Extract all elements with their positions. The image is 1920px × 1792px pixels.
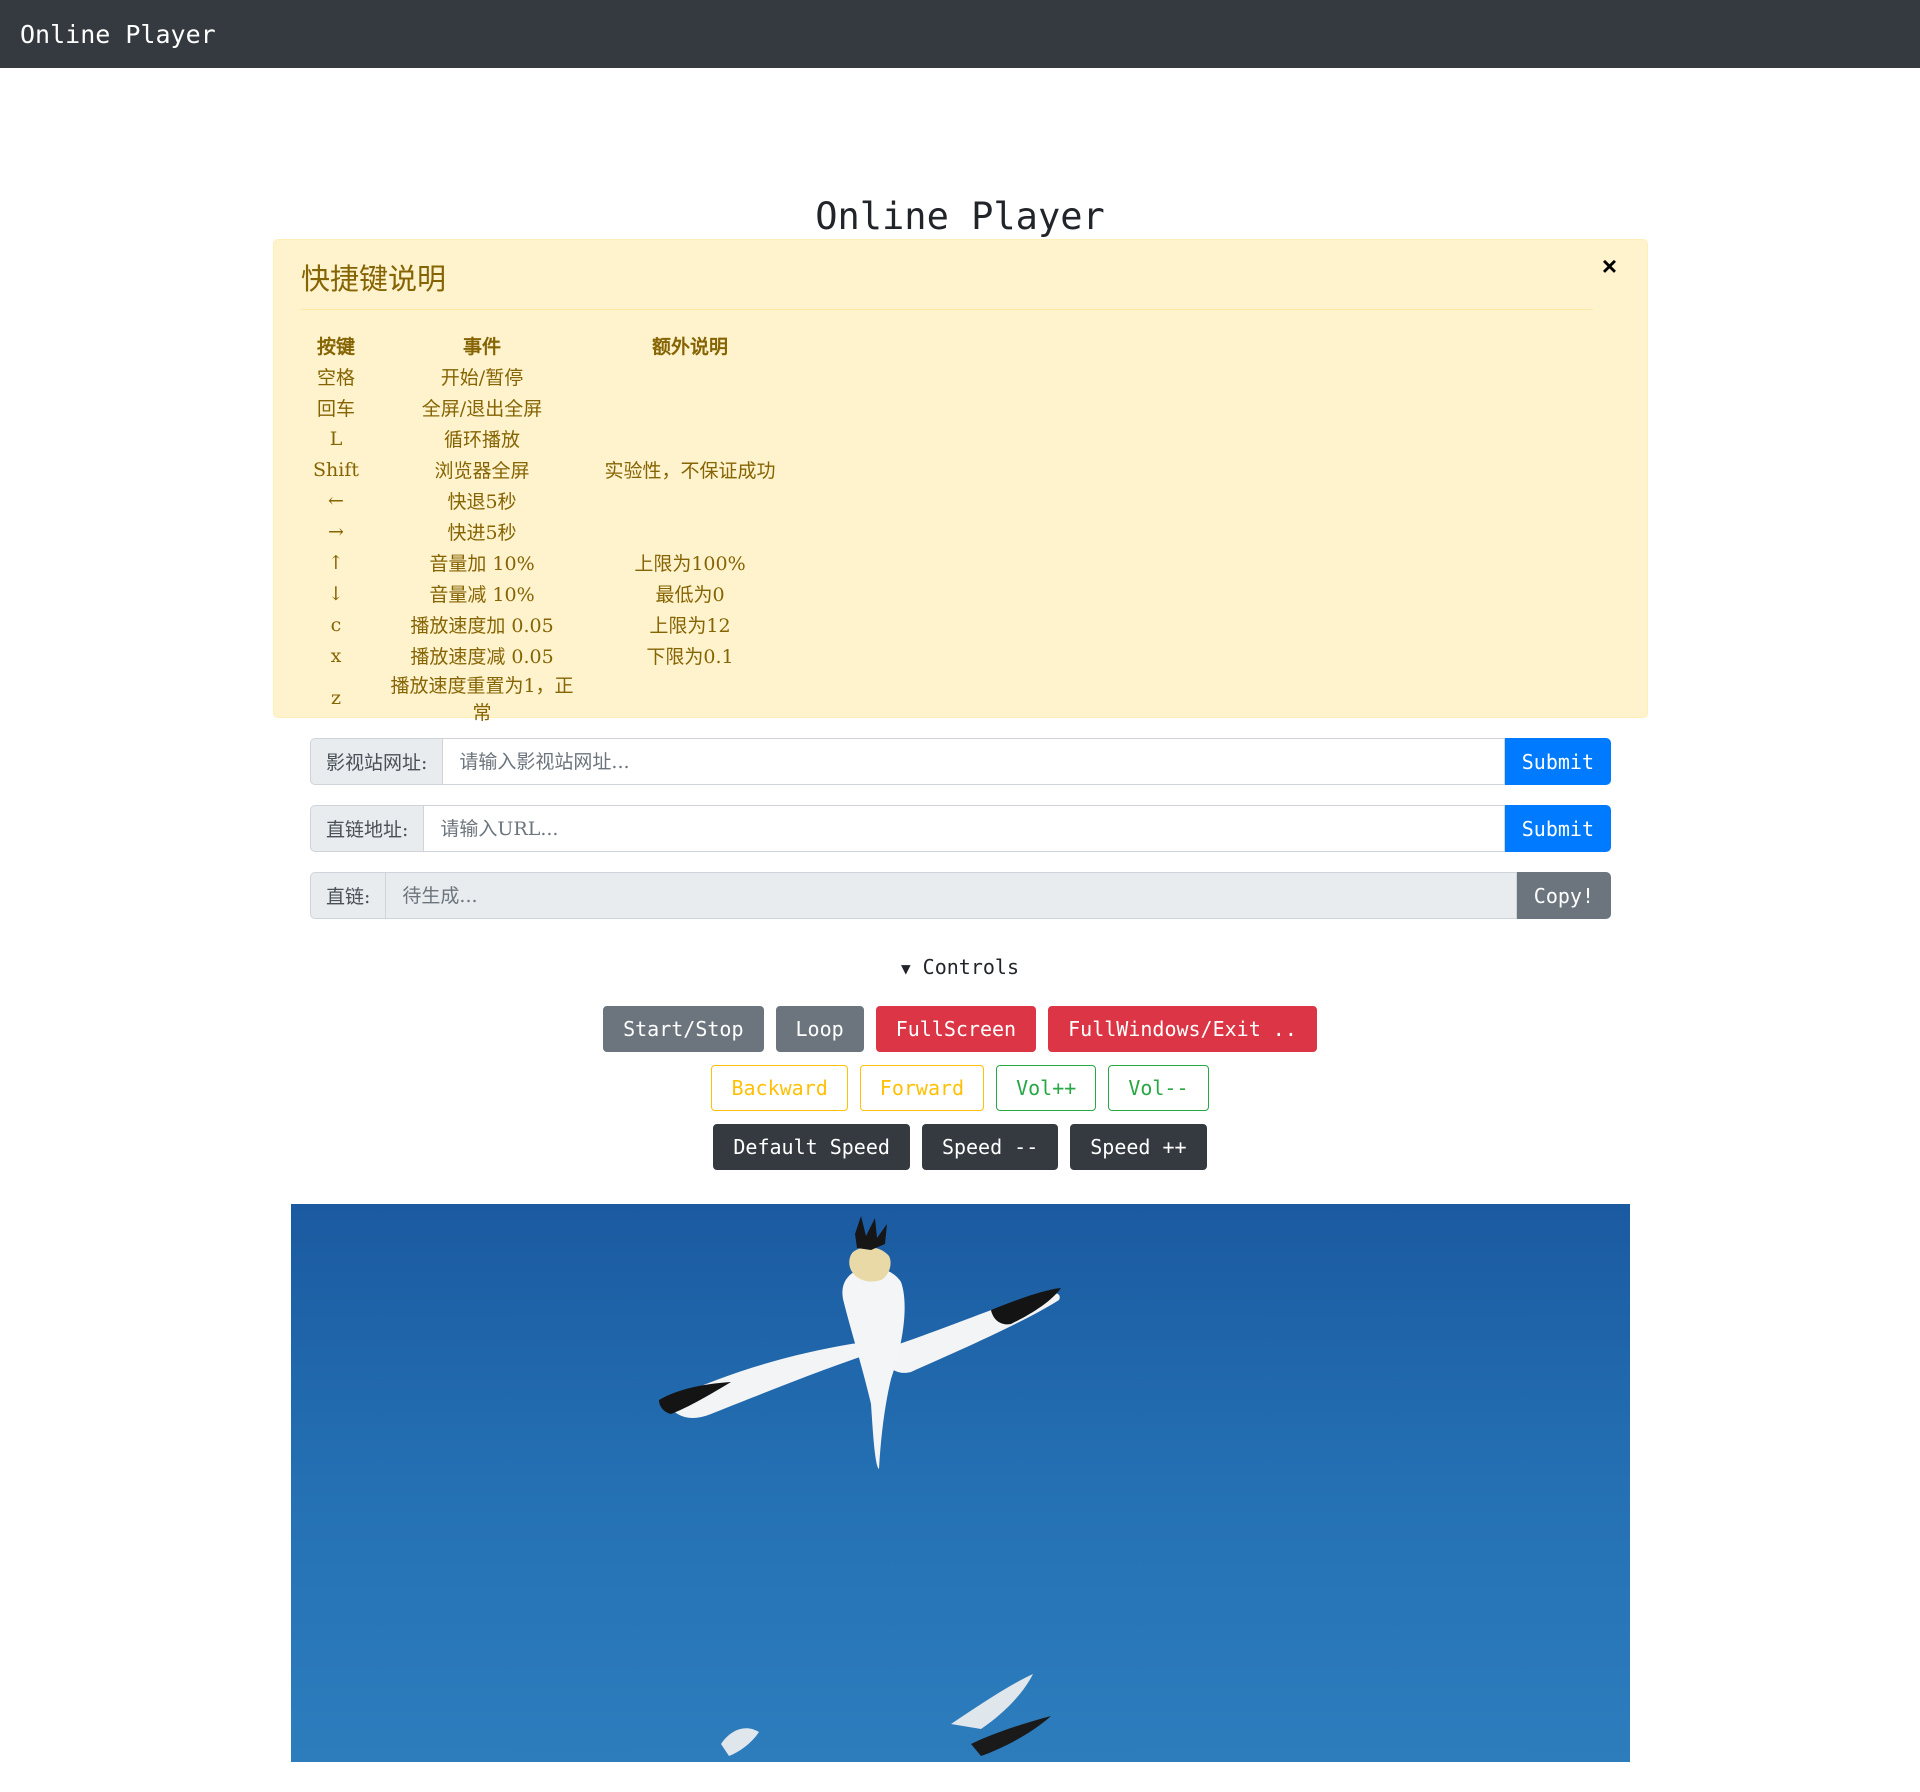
row-key: z — [330, 687, 341, 709]
row-key: → — [328, 520, 344, 543]
row-note — [584, 361, 796, 392]
loop-button[interactable]: Loop — [775, 1006, 864, 1052]
controls-toggle[interactable]: ▼ Controls — [0, 955, 1920, 979]
row-note: 最低为0 — [655, 584, 725, 606]
row-note — [584, 423, 796, 454]
row-event: 浏览器全屏 — [434, 460, 530, 482]
controls-row-3: Default Speed Speed -- Speed ++ — [0, 1124, 1920, 1170]
table-row: ← 快退5秒 — [292, 485, 796, 516]
table-row: Shift 浏览器全屏 实验性，不保证成功 — [292, 454, 796, 485]
link-label: 直链: — [310, 872, 386, 919]
header-event: 事件 — [462, 336, 501, 358]
table-row: L 循环播放 — [292, 423, 796, 454]
row-event: 开始/暂停 — [440, 367, 524, 389]
row-event: 播放速度重置为1，正常 — [390, 675, 574, 724]
table-row: x 播放速度减 0.05 下限为0.1 — [292, 640, 796, 671]
row-key: ↓ — [328, 582, 344, 605]
controls-row-2: Backward Forward Vol++ Vol-- — [0, 1065, 1920, 1111]
speed-up-button[interactable]: Speed ++ — [1070, 1124, 1207, 1170]
row-key: 空格 — [316, 367, 355, 389]
site-url-label: 影视站网址: — [310, 738, 443, 785]
header-note: 额外说明 — [651, 336, 728, 358]
table-row: z 播放速度重置为1，正常 — [292, 671, 796, 725]
row-note — [584, 485, 796, 516]
distant-birds — [721, 1674, 1051, 1756]
table-header-row: 按键 事件 额外说明 — [292, 330, 796, 361]
row-event: 播放速度加 0.05 — [410, 615, 554, 637]
alert-divider — [301, 309, 1593, 310]
row-note: 上限为12 — [649, 615, 731, 637]
table-row: → 快进5秒 — [292, 516, 796, 547]
row-key: c — [330, 613, 342, 636]
shortcuts-table: 按键 事件 额外说明 空格 开始/暂停 回车 全屏/退出全屏 L 循环播放 Sh… — [292, 330, 796, 725]
row-note — [584, 392, 796, 423]
row-event: 全屏/退出全屏 — [421, 398, 543, 420]
page-title: Online Player — [815, 195, 1105, 238]
row-key: L — [329, 427, 343, 450]
row-event: 音量加 10% — [429, 553, 535, 575]
row-key: ← — [328, 489, 344, 512]
row-key: Shift — [313, 458, 359, 481]
start-stop-button[interactable]: Start/Stop — [603, 1006, 764, 1052]
table-row: ↓ 音量减 10% 最低为0 — [292, 578, 796, 609]
volume-down-button[interactable]: Vol-- — [1108, 1065, 1209, 1111]
link-group: 直链: Copy! — [310, 872, 1611, 919]
copy-button[interactable]: Copy! — [1516, 872, 1611, 919]
row-note: 实验性，不保证成功 — [604, 460, 776, 482]
direct-url-label: 直链地址: — [310, 805, 424, 852]
speed-down-button[interactable]: Speed -- — [921, 1124, 1059, 1170]
site-url-group: 影视站网址: Submit — [310, 738, 1611, 785]
shortcuts-alert: 快捷键说明 × 按键 事件 额外说明 空格 开始/暂停 回车 全屏/退出全屏 L — [273, 239, 1648, 724]
row-event: 播放速度减 0.05 — [410, 646, 554, 668]
header-key: 按键 — [316, 336, 355, 358]
video-player[interactable] — [291, 1204, 1630, 1762]
row-note: 上限为100% — [634, 553, 746, 575]
triangle-down-icon: ▼ — [901, 959, 911, 978]
row-key: x — [330, 644, 342, 667]
close-icon[interactable]: × — [1596, 250, 1623, 283]
video-frame — [659, 1216, 1061, 1756]
site-url-input[interactable] — [442, 738, 1505, 785]
direct-url-input[interactable] — [423, 805, 1505, 852]
fullscreen-button[interactable]: FullScreen — [875, 1006, 1037, 1052]
row-key: 回车 — [316, 398, 355, 420]
table-row: c 播放速度加 0.05 上限为12 — [292, 609, 796, 640]
row-event: 快进5秒 — [447, 522, 517, 544]
table-row: 回车 全屏/退出全屏 — [292, 392, 796, 423]
row-event: 循环播放 — [443, 429, 520, 451]
table-row: 空格 开始/暂停 — [292, 361, 796, 392]
shortcuts-heading: 快捷键说明 — [301, 262, 447, 296]
table-row: ↑ 音量加 10% 上限为100% — [292, 547, 796, 578]
row-note — [584, 516, 796, 547]
row-note: 下限为0.1 — [646, 646, 734, 668]
url-submit-button[interactable]: Submit — [1504, 805, 1611, 852]
row-event: 快退5秒 — [447, 491, 517, 513]
volume-up-button[interactable]: Vol++ — [996, 1065, 1097, 1111]
fullwindows-button[interactable]: FullWindows/Exit .. — [1048, 1006, 1317, 1052]
row-event: 音量减 10% — [429, 584, 535, 606]
direct-url-group: 直链地址: Submit — [310, 805, 1611, 852]
navbar-brand[interactable]: Online Player — [20, 20, 216, 49]
forward-button[interactable]: Forward — [859, 1065, 985, 1111]
default-speed-button[interactable]: Default Speed — [713, 1124, 910, 1170]
row-key: ↑ — [328, 551, 344, 574]
site-submit-button[interactable]: Submit — [1504, 738, 1611, 785]
row-note — [584, 671, 796, 725]
navbar: Online Player — [0, 0, 1920, 68]
controls-label: Controls — [922, 955, 1019, 979]
backward-button[interactable]: Backward — [711, 1065, 848, 1111]
link-output-field[interactable] — [385, 872, 1517, 919]
gannet-bird — [659, 1216, 1061, 1469]
controls-row-1: Start/Stop Loop FullScreen FullWindows/E… — [0, 1006, 1920, 1052]
